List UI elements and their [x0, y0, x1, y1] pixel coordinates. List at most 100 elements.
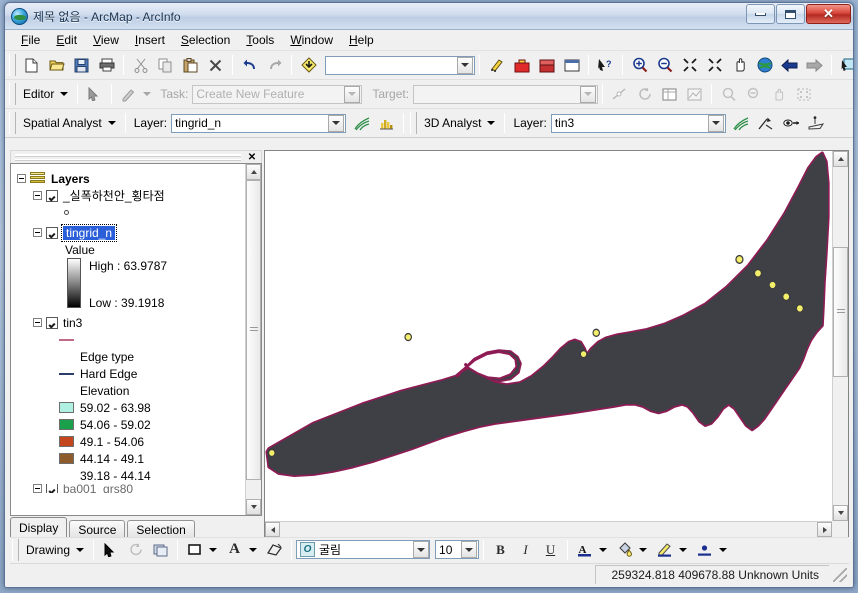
chevron-down-icon[interactable]: [487, 121, 496, 125]
toc-drag-grip[interactable]: [15, 154, 241, 161]
new-graphic-icon[interactable]: [149, 539, 172, 561]
select-features-icon[interactable]: [837, 54, 853, 76]
close-button[interactable]: ✕: [806, 4, 851, 24]
forward-extent-icon[interactable]: [803, 54, 826, 76]
expander-icon[interactable]: [33, 228, 42, 237]
layer-visibility-checkbox[interactable]: [46, 316, 58, 329]
scroll-left-icon[interactable]: [265, 522, 280, 537]
chevron-down-icon[interactable]: [209, 547, 218, 552]
model-builder-icon[interactable]: [535, 54, 558, 76]
menu-view[interactable]: View: [85, 31, 127, 49]
scroll-right-icon[interactable]: [817, 522, 832, 537]
tab-selection[interactable]: Selection: [127, 520, 195, 538]
toolbar-grip[interactable]: [410, 112, 418, 134]
drawing-menu-button[interactable]: Drawing: [22, 543, 74, 557]
chevron-down-icon[interactable]: [580, 85, 597, 103]
chevron-down-icon[interactable]: [344, 85, 361, 103]
split-tool-icon[interactable]: [608, 83, 631, 105]
italic-button[interactable]: I: [514, 539, 537, 561]
expander-icon[interactable]: [17, 174, 26, 183]
map-horizontal-scrollbar[interactable]: [265, 521, 832, 537]
rotate-element-icon[interactable]: [124, 539, 147, 561]
back-extent-icon[interactable]: [778, 54, 801, 76]
sidebar-item-tin3[interactable]: tin3: [15, 314, 245, 331]
layer-visibility-checkbox[interactable]: [46, 484, 58, 493]
map-view[interactable]: [264, 150, 849, 538]
delete-icon[interactable]: [204, 54, 227, 76]
tab-source[interactable]: Source: [69, 520, 126, 538]
draw-rectangle-icon[interactable]: [183, 539, 206, 561]
new-text-icon[interactable]: A: [223, 539, 246, 561]
fixed-zoom-out-icon[interactable]: [703, 54, 726, 76]
toolbar-grip[interactable]: [9, 54, 16, 76]
add-data-icon[interactable]: [297, 54, 320, 76]
zoom-out-icon[interactable]: [653, 54, 676, 76]
sidebar-item-tingrid-n[interactable]: tingrid_n: [15, 223, 245, 242]
open-folder-icon[interactable]: [45, 54, 68, 76]
cut-icon[interactable]: [129, 54, 152, 76]
chevron-down-icon[interactable]: [639, 547, 648, 552]
chevron-down-icon[interactable]: [719, 547, 728, 552]
command-line-icon[interactable]: [560, 54, 583, 76]
window-resize-grip[interactable]: [833, 567, 847, 582]
scroll-down-icon[interactable]: [246, 499, 261, 515]
chevron-down-icon[interactable]: [679, 547, 688, 552]
sidebar-item-ba001-grs80[interactable]: ba001_grs80: [15, 484, 245, 493]
analyst3d-menu-button[interactable]: 3D Analyst: [420, 116, 485, 130]
scroll-up-icon[interactable]: [246, 164, 261, 180]
layer-visibility-checkbox[interactable]: [46, 189, 58, 202]
chevron-down-icon[interactable]: [60, 92, 69, 96]
scrollbar-thumb[interactable]: [246, 180, 261, 480]
chevron-down-icon[interactable]: [707, 114, 724, 132]
chevron-down-icon[interactable]: [599, 547, 608, 552]
editor-more-1-icon[interactable]: [717, 83, 740, 105]
tab-display[interactable]: Display: [10, 517, 68, 538]
expander-icon[interactable]: [33, 484, 42, 493]
chevron-down-icon[interactable]: [328, 114, 345, 132]
chevron-down-icon[interactable]: [249, 547, 258, 552]
menu-edit[interactable]: Edit: [48, 31, 85, 49]
font-name-combo[interactable]: O 굴림: [296, 540, 431, 559]
toolbar-grip[interactable]: [9, 112, 16, 134]
menu-help[interactable]: Help: [341, 31, 382, 49]
toc-root-layers[interactable]: Layers: [15, 170, 245, 187]
layer-visibility-checkbox[interactable]: [46, 226, 58, 239]
font-size-combo[interactable]: 10: [435, 540, 480, 559]
chevron-down-icon[interactable]: [107, 121, 116, 125]
full-extent-icon[interactable]: [753, 54, 776, 76]
rotate-tool-icon[interactable]: [633, 83, 656, 105]
chevron-down-icon[interactable]: [461, 541, 478, 558]
contour-tool-icon[interactable]: [350, 112, 373, 134]
toc-scrollbar[interactable]: [245, 164, 261, 515]
chevron-down-icon[interactable]: [143, 92, 152, 96]
scroll-up-icon[interactable]: [833, 151, 848, 167]
undo-icon[interactable]: [238, 54, 261, 76]
fill-color-icon[interactable]: [613, 539, 636, 561]
fixed-zoom-in-icon[interactable]: [678, 54, 701, 76]
minimize-button[interactable]: [746, 4, 775, 24]
chevron-down-icon[interactable]: [457, 56, 473, 74]
sketch-tool-icon[interactable]: [117, 83, 140, 105]
edit-tool-icon[interactable]: [83, 83, 106, 105]
menu-window[interactable]: Window: [282, 31, 341, 49]
editor-menu-button[interactable]: Editor: [19, 87, 58, 101]
save-icon[interactable]: [70, 54, 93, 76]
map-vertical-scrollbar[interactable]: [832, 151, 848, 521]
steepest-path-icon[interactable]: [755, 112, 778, 134]
attributes-icon[interactable]: [658, 83, 681, 105]
menu-insert[interactable]: Insert: [127, 31, 173, 49]
zoom-in-icon[interactable]: [628, 54, 651, 76]
spatial-analyst-menu-button[interactable]: Spatial Analyst: [19, 116, 106, 130]
sketch-properties-icon[interactable]: [683, 83, 706, 105]
map-canvas[interactable]: [265, 151, 832, 521]
font-color-icon[interactable]: A: [573, 539, 596, 561]
arctoolbox-icon[interactable]: [510, 54, 533, 76]
scrollbar-thumb[interactable]: [833, 247, 848, 377]
select-elements-icon[interactable]: [99, 539, 122, 561]
target-combo[interactable]: [413, 84, 599, 104]
chevron-down-icon[interactable]: [76, 547, 85, 552]
expander-icon[interactable]: [33, 191, 42, 200]
task-combo[interactable]: Create New Feature: [192, 84, 363, 104]
paste-icon[interactable]: [179, 54, 202, 76]
menu-file[interactable]: File: [13, 31, 48, 49]
